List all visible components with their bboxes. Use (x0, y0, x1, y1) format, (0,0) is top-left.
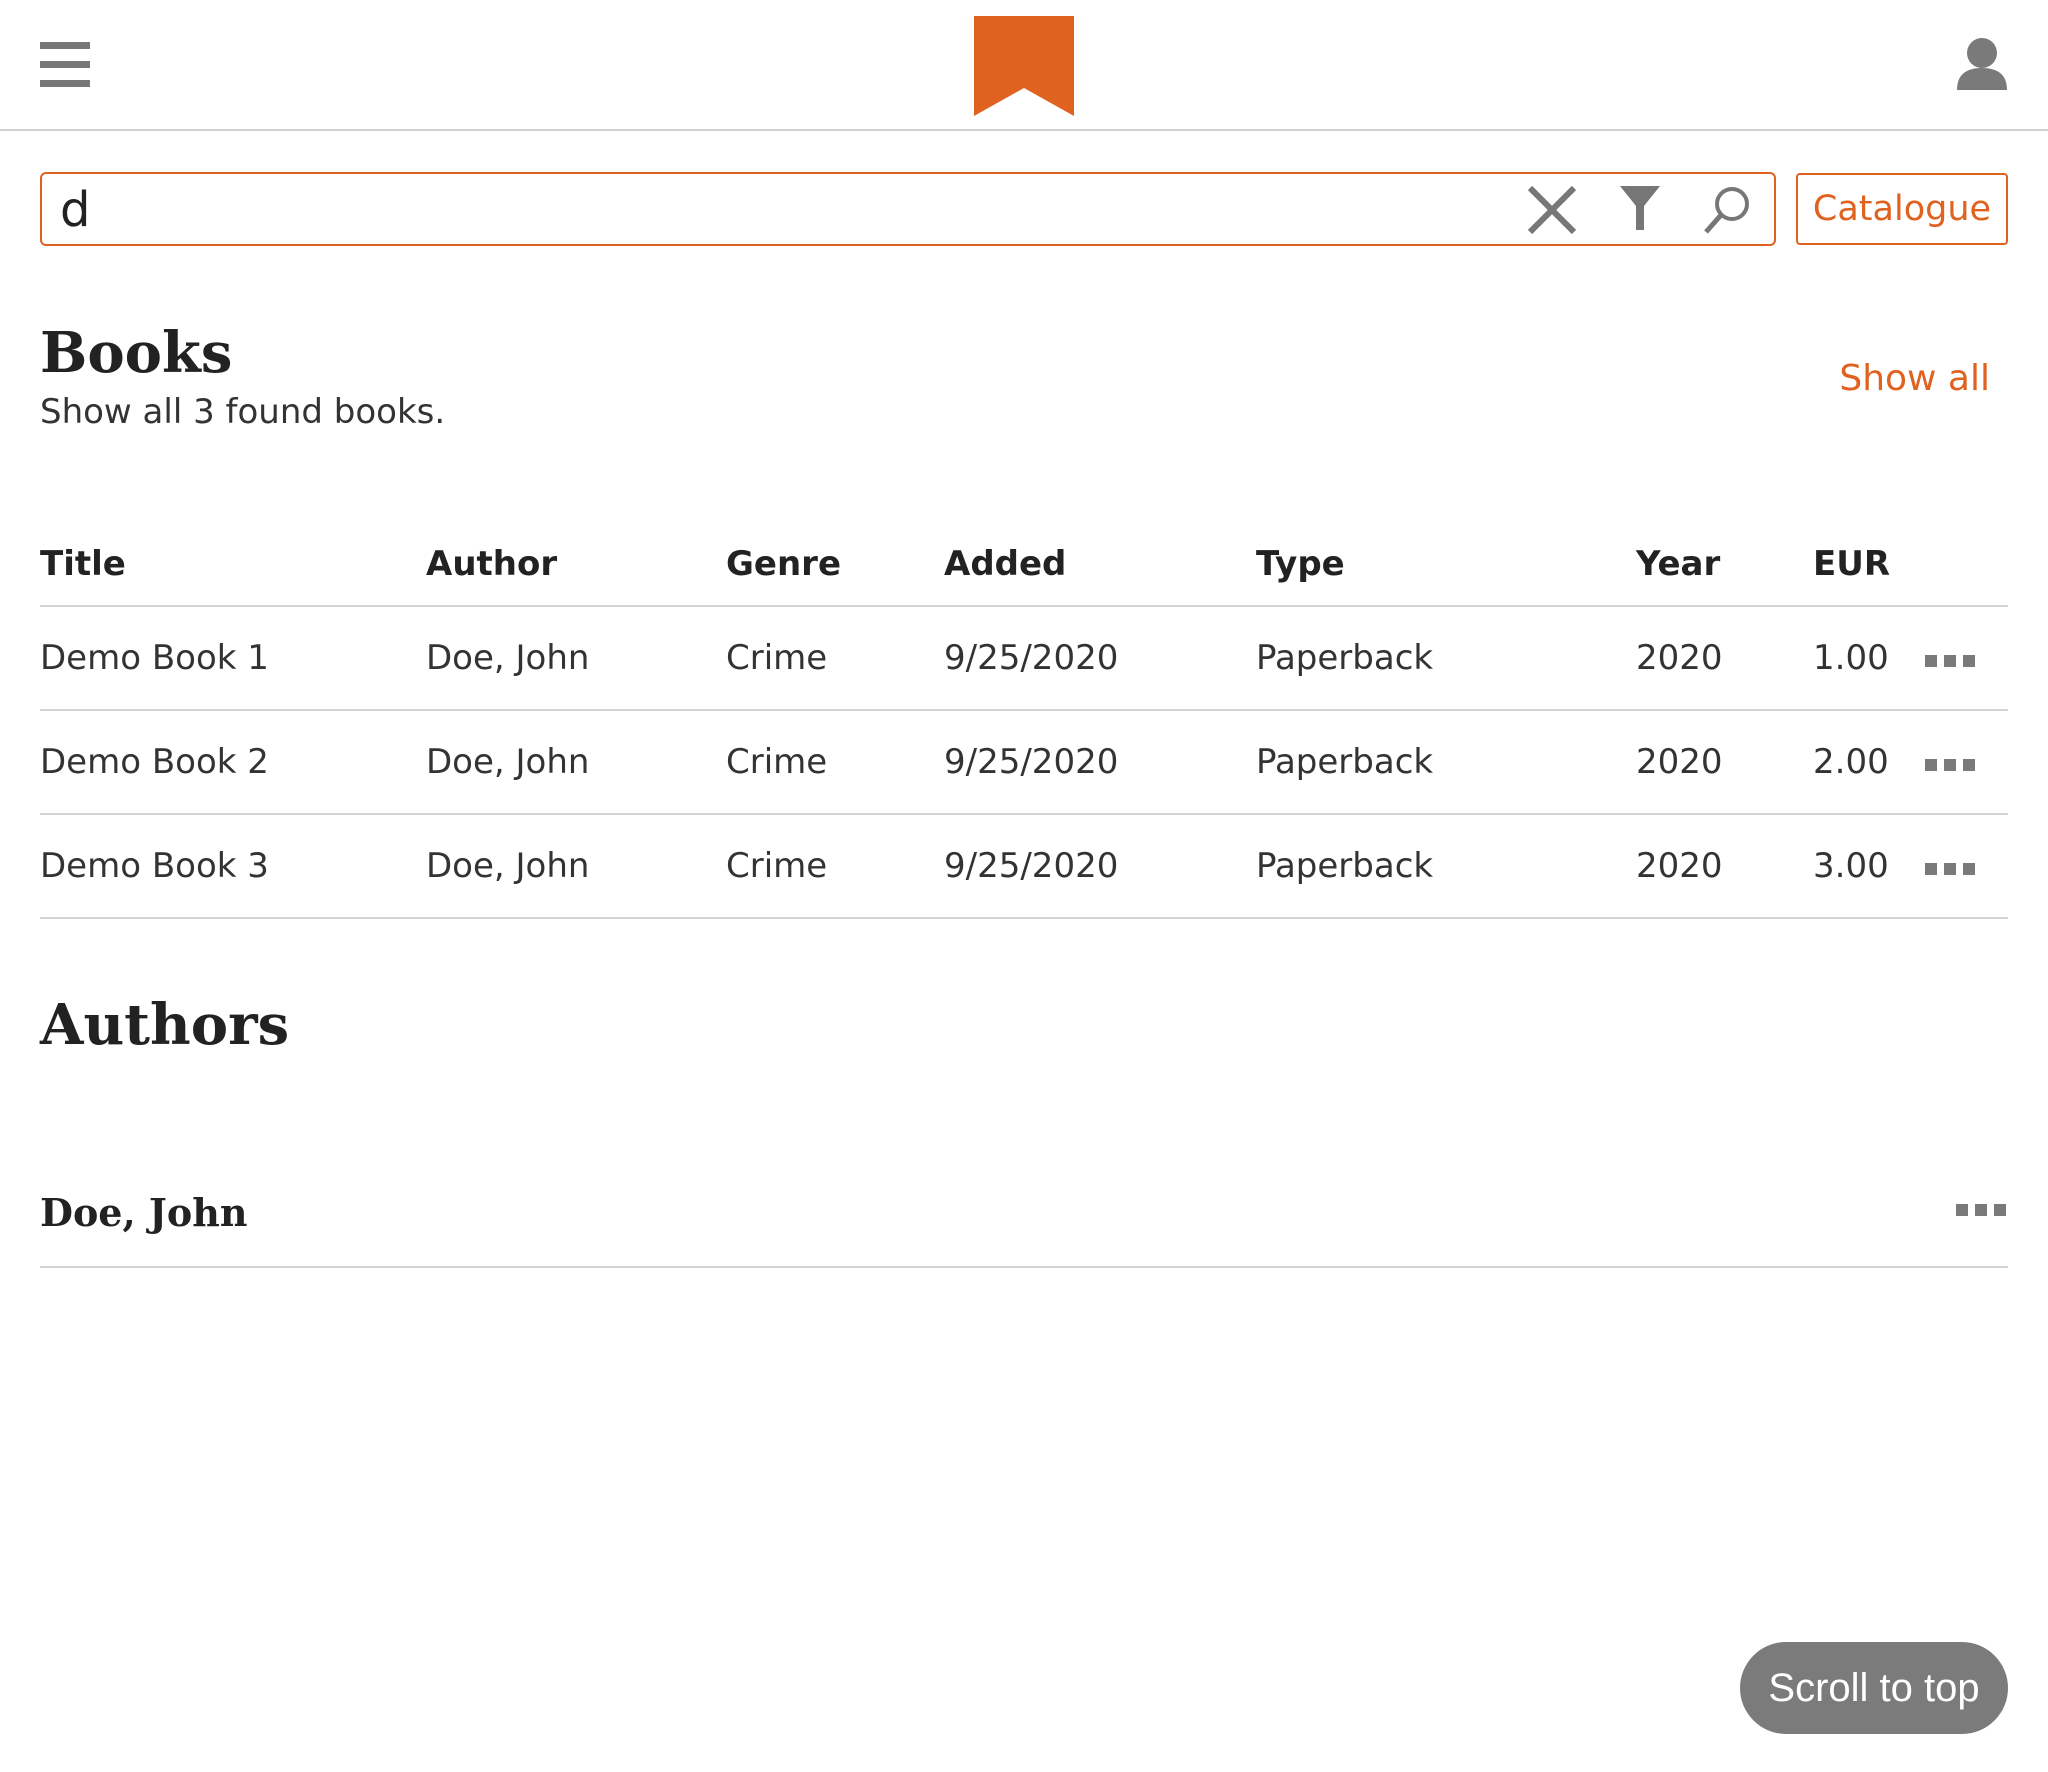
bookmark-logo[interactable] (974, 16, 1074, 116)
cell-actions (1925, 814, 2008, 919)
column-header-year[interactable]: Year (1636, 522, 1813, 607)
more-dots-icon[interactable] (1925, 759, 1977, 773)
cell-genre: Crime (726, 606, 944, 711)
cell-title[interactable]: Demo Book 3 (40, 814, 426, 919)
cell-eur: 2.00 (1813, 710, 1925, 815)
cell-actions (1925, 710, 2008, 815)
cell-eur: 3.00 (1813, 814, 1925, 919)
cell-author: Doe, John (426, 606, 726, 711)
column-header-eur[interactable]: EUR (1813, 522, 1925, 607)
more-dots-icon[interactable] (1925, 655, 1977, 669)
cell-year: 2020 (1636, 814, 1813, 919)
authors-heading: Authors (40, 992, 290, 1058)
cell-eur: 1.00 (1813, 606, 1925, 711)
cell-actions (1925, 606, 2008, 711)
top-bar (0, 0, 2048, 131)
cell-type: Paperback (1256, 606, 1636, 711)
more-dots-icon[interactable] (1956, 1204, 2008, 1218)
search-icon[interactable] (1698, 182, 1758, 238)
table-row[interactable]: Demo Book 2 Doe, John Crime 9/25/2020 Pa… (40, 710, 2008, 815)
column-header-type[interactable]: Type (1256, 522, 1636, 607)
scroll-to-top-button[interactable]: Scroll to top (1740, 1642, 2008, 1734)
cell-year: 2020 (1636, 606, 1813, 711)
filter-icon[interactable] (1610, 182, 1670, 238)
search-box (40, 172, 1776, 246)
books-heading: Books (40, 320, 233, 386)
cell-added: 9/25/2020 (944, 710, 1256, 815)
table-row[interactable]: Demo Book 1 Doe, John Crime 9/25/2020 Pa… (40, 606, 2008, 711)
more-dots-icon[interactable] (1925, 863, 1977, 877)
table-header-row: Title Author Genre Added Type Year EUR (40, 522, 2008, 607)
hamburger-menu-icon[interactable] (40, 42, 90, 88)
column-header-genre[interactable]: Genre (726, 522, 944, 607)
author-name[interactable]: Doe, John (40, 1190, 248, 1235)
cell-title[interactable]: Demo Book 2 (40, 710, 426, 815)
cell-year: 2020 (1636, 710, 1813, 815)
cell-genre: Crime (726, 814, 944, 919)
cell-title[interactable]: Demo Book 1 (40, 606, 426, 711)
catalogue-button[interactable]: Catalogue (1796, 173, 2008, 245)
column-header-title[interactable]: Title (40, 522, 426, 607)
cell-type: Paperback (1256, 814, 1636, 919)
books-found-text: Show all 3 found books. (40, 392, 446, 432)
column-header-added[interactable]: Added (944, 522, 1256, 607)
books-table: Title Author Genre Added Type Year EUR D… (40, 522, 2008, 919)
cell-author: Doe, John (426, 710, 726, 815)
cell-type: Paperback (1256, 710, 1636, 815)
search-input[interactable] (60, 180, 1520, 240)
column-header-author[interactable]: Author (426, 522, 726, 607)
cell-author: Doe, John (426, 814, 726, 919)
cell-genre: Crime (726, 710, 944, 815)
table-row[interactable]: Demo Book 3 Doe, John Crime 9/25/2020 Pa… (40, 814, 2008, 919)
close-icon[interactable] (1522, 182, 1582, 238)
author-list-item[interactable]: Doe, John (40, 1160, 2008, 1268)
show-all-link[interactable]: Show all (1839, 358, 1990, 399)
column-header-actions (1925, 522, 2008, 607)
cell-added: 9/25/2020 (944, 814, 1256, 919)
cell-added: 9/25/2020 (944, 606, 1256, 711)
user-icon[interactable] (1955, 36, 2009, 90)
